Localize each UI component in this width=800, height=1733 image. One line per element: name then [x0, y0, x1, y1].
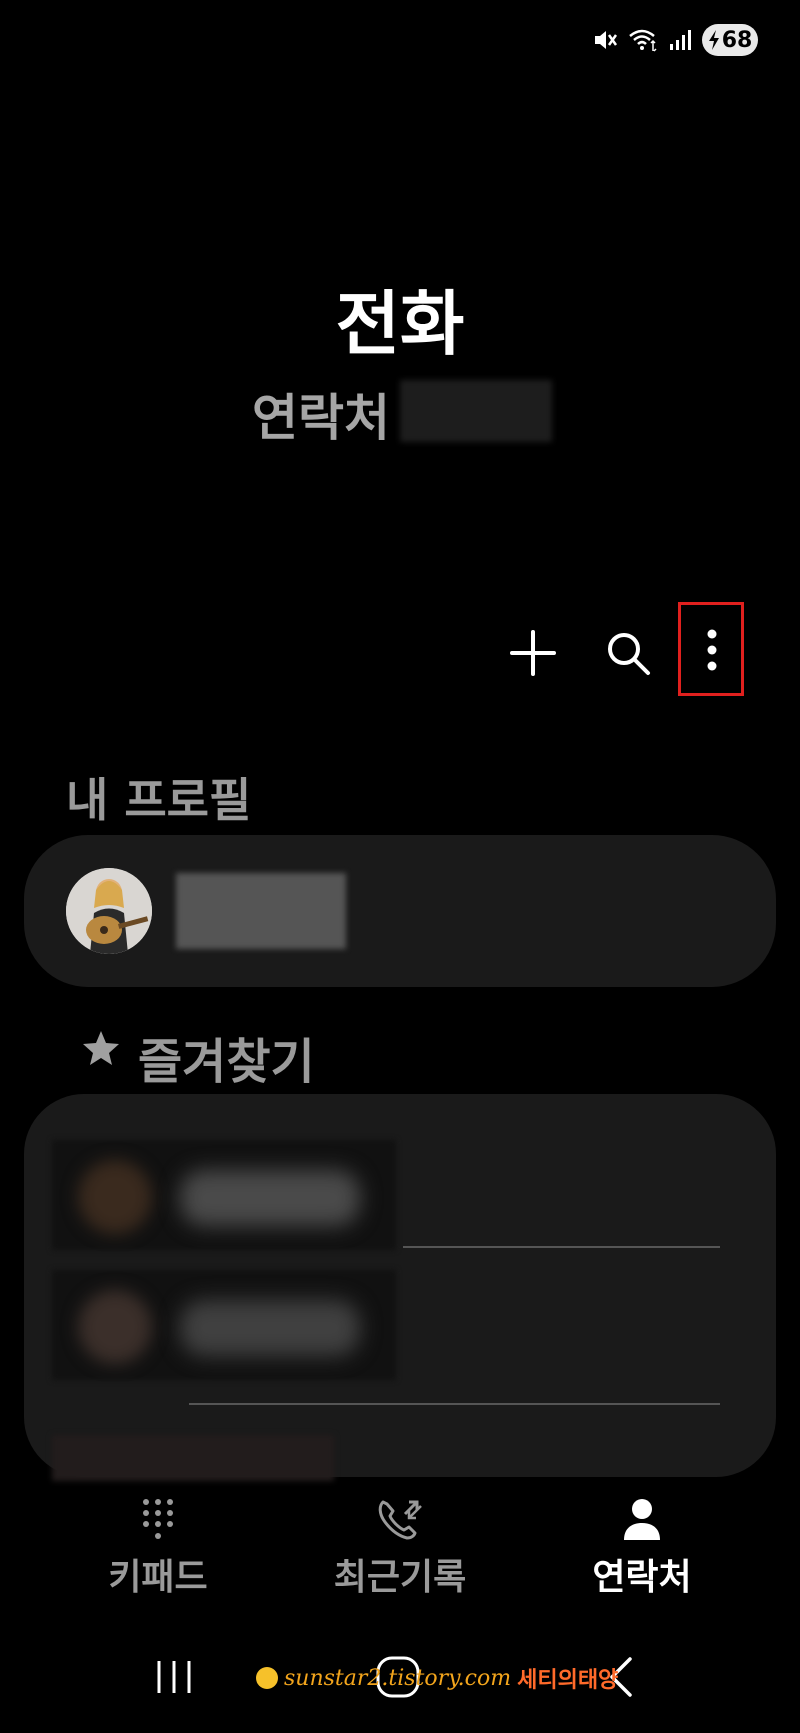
recent-apps-icon [157, 1661, 191, 1693]
avatar [78, 1290, 152, 1364]
divider [189, 1403, 720, 1405]
nav-keypad-label: 키패드 [108, 1557, 208, 1598]
profile-name-redacted [176, 873, 346, 949]
avatar [66, 868, 152, 954]
search-button[interactable] [600, 625, 656, 681]
page-title: 전화 [335, 283, 465, 365]
keypad-icon [143, 1499, 173, 1539]
plus-icon [510, 630, 556, 676]
status-bar: 68 [592, 22, 758, 58]
divider [403, 1246, 720, 1248]
recent-calls-icon [378, 1500, 422, 1540]
nav-recent[interactable]: 최근기록 [330, 1498, 470, 1600]
wifi-icon [628, 27, 658, 53]
page-subtitle: 연락처 [252, 389, 390, 447]
watermark-url: sunstar2.tistory.com [284, 1665, 512, 1691]
avatar [78, 1160, 152, 1234]
mute-icon [592, 27, 618, 53]
nav-recent-label: 최근기록 [333, 1557, 467, 1598]
nav-keypad[interactable]: 키패드 [96, 1498, 220, 1600]
favorite-name-redacted [180, 1170, 360, 1226]
more-options-icon [707, 629, 717, 671]
favorite-entry-redacted [52, 1435, 334, 1481]
contacts-icon [624, 1499, 660, 1540]
favorites-label: 즐겨찾기 [138, 1034, 315, 1090]
smiley-icon [256, 1667, 278, 1689]
star-icon [82, 1030, 120, 1070]
watermark-name: 세티의태양 [517, 1668, 619, 1693]
battery-level: 68 [721, 27, 753, 53]
add-contact-button[interactable] [505, 625, 561, 681]
signal-icon [668, 28, 692, 52]
list-item[interactable] [52, 1140, 772, 1250]
favorite-name-redacted [180, 1300, 360, 1356]
contact-count-redacted [400, 380, 552, 442]
watermark: sunstar2.tistory.com 세티의태양 [256, 1662, 618, 1694]
nav-contacts[interactable]: 연락처 [580, 1498, 704, 1600]
more-options-button[interactable] [684, 620, 740, 680]
battery-charging-icon: 68 [702, 24, 758, 56]
nav-contacts-label: 연락처 [592, 1557, 692, 1598]
search-icon [608, 633, 650, 675]
my-profile-label: 내 프로필 [66, 773, 252, 827]
recent-apps-button[interactable] [154, 1657, 194, 1701]
list-item[interactable] [52, 1270, 772, 1380]
